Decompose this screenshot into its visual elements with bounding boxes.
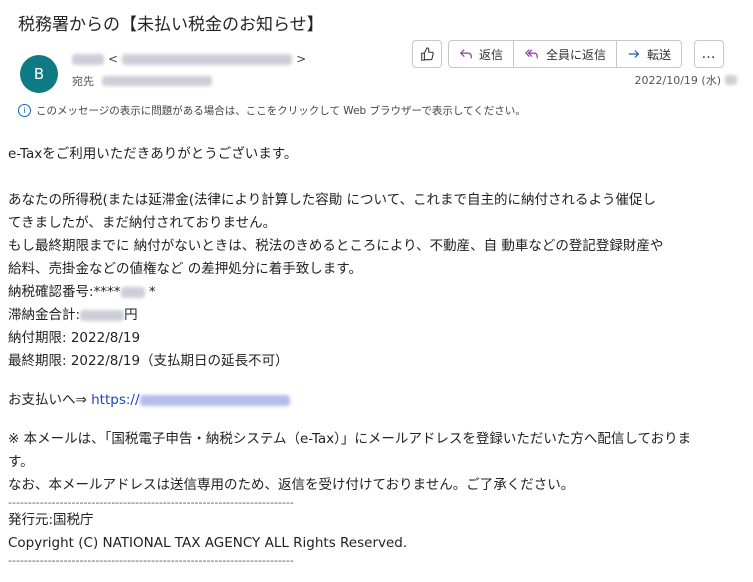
sender-avatar[interactable]: B bbox=[20, 55, 58, 93]
recipient-redacted bbox=[102, 76, 212, 86]
thumbs-up-icon bbox=[421, 47, 434, 61]
body-line-3: もし最終期限までに 納付がないときは、税法のきめるところにより、不動産、自 動車… bbox=[8, 238, 664, 254]
notice-text: このメッセージの表示に問題がある場合は、ここをクリックして Web ブラウザーで… bbox=[36, 105, 526, 117]
sent-date: 2022/10/19 (水) bbox=[635, 72, 737, 88]
payment-link-prefix: https:// bbox=[91, 392, 140, 408]
copyright-line: Copyright (C) NATIONAL TAX AGENCY ALL Ri… bbox=[8, 535, 408, 551]
info-icon: i bbox=[18, 104, 31, 117]
payment-prefix: お支払いへ⇒ bbox=[8, 392, 92, 408]
sender-name-redacted bbox=[72, 53, 104, 65]
forward-icon bbox=[628, 50, 640, 58]
more-icon: … bbox=[701, 46, 717, 62]
due-date-line: 納付期限: 2022/8/19 bbox=[8, 330, 141, 346]
like-button[interactable] bbox=[412, 40, 442, 68]
note-line-2: す。 bbox=[8, 454, 34, 470]
publisher-line: 発行元:国税庁 bbox=[8, 512, 94, 528]
greeting-text: e-Taxをご利用いただきありがとうございます。 bbox=[8, 146, 298, 162]
divider-bottom: ----------------------------------------… bbox=[8, 555, 294, 567]
more-actions-button[interactable]: … bbox=[694, 40, 725, 68]
reply-button-group: 返信 全員に返信 転送 bbox=[448, 40, 683, 68]
time-redacted bbox=[725, 75, 737, 85]
body-line-1: あなたの所得税(または延滞金(法律により計算した容勛 について、これまで自主的に… bbox=[8, 192, 656, 208]
to-label: 宛先 bbox=[72, 75, 94, 88]
note-line-1: ※ 本メールは、「国税電子申告・納税システム（e-Tax）」にメールアドレスを登… bbox=[8, 431, 692, 447]
recipient-line: 宛先 bbox=[72, 73, 212, 89]
confirm-number-label: 納税確認番号:**** bbox=[8, 284, 121, 300]
amount-redacted bbox=[80, 309, 125, 321]
display-issue-notice[interactable]: i このメッセージの表示に問題がある場合は、ここをクリックして Web ブラウザ… bbox=[18, 103, 526, 118]
amount-unit: 円 bbox=[124, 307, 138, 323]
confirm-number-line: 納税確認番号:**** * bbox=[8, 284, 156, 300]
message-body: e-Taxをご利用いただきありがとうございます。 あなたの所得税(または延滞金(… bbox=[8, 143, 743, 567]
payment-link-line: お支払いへ⇒ https:// bbox=[8, 389, 743, 412]
body-line-4: 給料、売掛金などの値権など の差押処分に着手致します。 bbox=[8, 261, 362, 277]
email-subject: 税務署からの【未払い税金のお知らせ】 bbox=[18, 15, 324, 35]
final-due-line: 最終期限: 2022/8/19（支払期日の延長不可） bbox=[8, 353, 289, 369]
divider-top: ----------------------------------------… bbox=[8, 497, 294, 509]
reply-button[interactable]: 返信 bbox=[449, 41, 515, 67]
forward-button[interactable]: 転送 bbox=[617, 41, 681, 67]
sender-address-redacted bbox=[122, 53, 293, 65]
payment-link[interactable]: https:// bbox=[91, 392, 290, 408]
reply-label: 返信 bbox=[479, 47, 504, 62]
confirm-number-redacted bbox=[120, 286, 145, 298]
reply-all-icon bbox=[525, 49, 538, 59]
amount-line: 滞納金合計: 円 bbox=[8, 304, 743, 327]
reply-icon bbox=[459, 49, 472, 59]
forward-label: 転送 bbox=[647, 47, 672, 62]
sender-open-bracket: < bbox=[108, 52, 119, 66]
message-actions: 返信 全員に返信 転送 … bbox=[412, 40, 725, 68]
avatar-initial: B bbox=[33, 65, 45, 83]
reply-all-button[interactable]: 全員に返信 bbox=[514, 41, 618, 67]
body-line-2: てきましたが、まだ納付されておりません。 bbox=[8, 215, 277, 231]
date-text: 2022/10/19 (水) bbox=[634, 74, 721, 87]
sender-close-bracket: > bbox=[296, 52, 307, 66]
reply-all-label: 全員に返信 bbox=[546, 47, 607, 62]
payment-link-redacted bbox=[139, 394, 290, 406]
amount-label: 滞納金合計: bbox=[8, 307, 81, 323]
note-line-3: なお、本メールアドレスは送信専用のため、返信を受け付けておりません。ご了承くださ… bbox=[8, 477, 575, 493]
sender-line[interactable]: < > bbox=[72, 52, 306, 66]
